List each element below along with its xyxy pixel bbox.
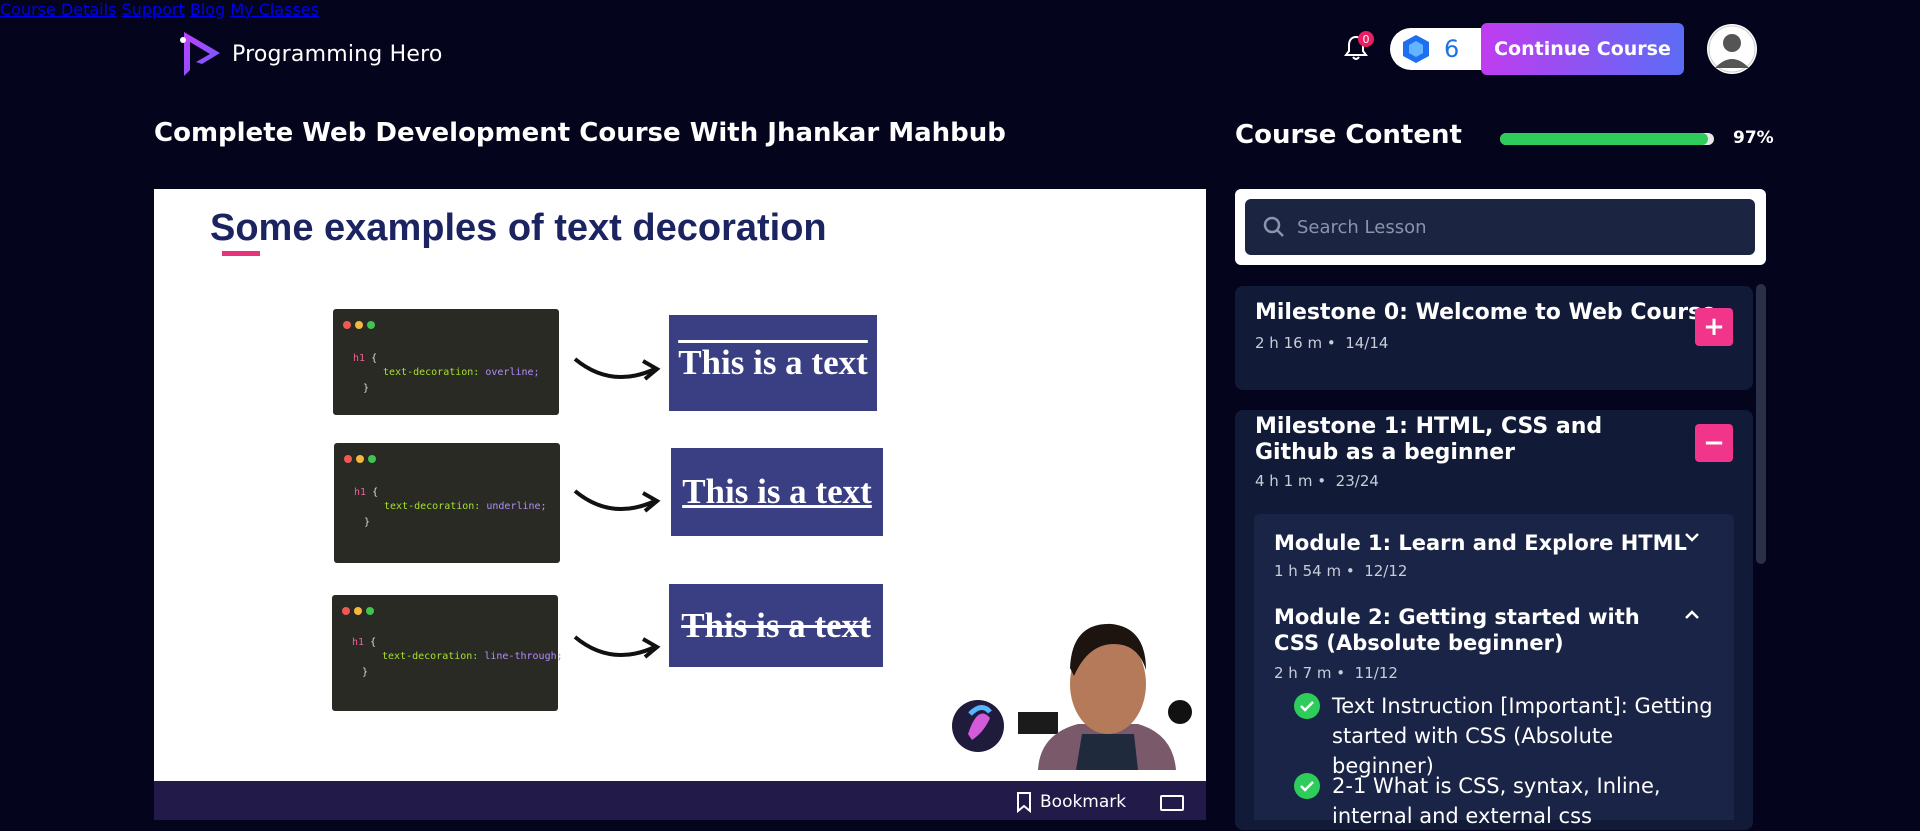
bookmark-icon [1017, 792, 1031, 813]
result-overline: This is a text [669, 315, 877, 411]
bookmark-label: Bookmark [1040, 792, 1127, 812]
arrow-icon [573, 357, 661, 381]
lesson-search [1235, 189, 1766, 265]
sidebar-scrollbar[interactable] [1756, 284, 1766, 564]
course-progress-fill [1500, 133, 1708, 145]
player-controls-bar: Bookmark [154, 781, 1206, 820]
window-dots [343, 321, 375, 329]
theater-mode-icon[interactable] [1160, 795, 1184, 811]
notification-badge: 0 [1358, 31, 1374, 47]
lesson-item[interactable]: Text Instruction [Important]: Getting st… [1294, 691, 1714, 781]
module-2-title[interactable]: Module 2: Getting started with CSS (Abso… [1274, 604, 1674, 656]
avatar[interactable] [1707, 24, 1757, 74]
video-player[interactable]: Some examples of text decoration h1 { te… [154, 189, 1206, 820]
milestone-title: Milestone 0: Welcome to Web Course [1255, 300, 1717, 325]
module-2-meta: 2 h 7 m • 11/12 [1274, 664, 1398, 682]
search-box[interactable] [1245, 199, 1755, 255]
module-1-meta: 1 h 54 m • 12/12 [1274, 562, 1408, 580]
nav-course-details[interactable]: Course Details [0, 0, 116, 19]
presenter-video-overlay [952, 623, 1192, 770]
continue-course-button[interactable]: Continue Course [1481, 23, 1684, 75]
chevron-up-icon[interactable] [1682, 608, 1702, 622]
collapse-milestone-button[interactable]: − [1695, 424, 1733, 462]
arrow-icon [573, 489, 661, 513]
gem-count: 6 [1444, 35, 1460, 63]
result-line-through: This is a text [669, 584, 883, 667]
code-snippet-overline: h1 { text-decoration: overline; } [333, 309, 559, 415]
chevron-down-icon[interactable] [1682, 530, 1702, 544]
nav-blog[interactable]: Blog [190, 0, 225, 19]
slide-title: Some examples of text decoration [210, 207, 827, 249]
milestone-meta: 2 h 16 m • 14/14 [1255, 334, 1389, 352]
nav-support[interactable]: Support [122, 0, 185, 19]
search-lesson-input[interactable] [1295, 215, 1739, 239]
result-underline: This is a text [671, 448, 883, 536]
module-1-title[interactable]: Module 1: Learn and Explore HTML [1274, 530, 1687, 556]
window-dots [344, 455, 376, 463]
nav-my-classes[interactable]: My Classes [230, 0, 319, 19]
code-snippet-underline: h1 { text-decoration: underline; } [334, 443, 560, 563]
completed-check-icon [1294, 693, 1320, 719]
programming-hero-logo-icon [180, 32, 220, 76]
brand-logo[interactable]: Programming Hero [176, 26, 443, 82]
arrow-icon [573, 635, 661, 659]
top-navbar: Programming Hero Course Details Support … [0, 0, 1920, 96]
bookmark-button[interactable]: Bookmark [1016, 791, 1126, 813]
search-icon [1263, 216, 1284, 237]
code-snippet-line-through: h1 { text-decoration: line-through; } [332, 595, 563, 711]
course-content-title: Course Content [1235, 120, 1462, 150]
course-progress-label: 97% [1733, 128, 1774, 148]
completed-check-icon [1294, 773, 1320, 799]
milestone-title: Milestone 1: HTML, CSS and Github as a b… [1255, 414, 1603, 465]
window-dots [342, 607, 374, 615]
expand-milestone-button[interactable]: + [1695, 308, 1733, 346]
milestone-0[interactable]: Milestone 0: Welcome to Web Course 2 h 1… [1235, 286, 1753, 390]
lesson-label: Text Instruction [Important]: Getting st… [1332, 694, 1713, 778]
brand-name: Programming Hero [232, 41, 443, 67]
course-title: Complete Web Development Course With Jha… [154, 118, 1006, 148]
slide-title-underline [222, 251, 260, 256]
course-progress-bar [1500, 133, 1714, 145]
user-avatar-icon [1708, 25, 1756, 73]
milestone-meta: 4 h 1 m • 23/24 [1255, 472, 1379, 490]
gem-icon [1403, 35, 1429, 63]
lesson-label: 2-1 What is CSS, syntax, Inline, interna… [1332, 774, 1661, 828]
lesson-item[interactable]: 2-1 What is CSS, syntax, Inline, interna… [1294, 771, 1714, 831]
